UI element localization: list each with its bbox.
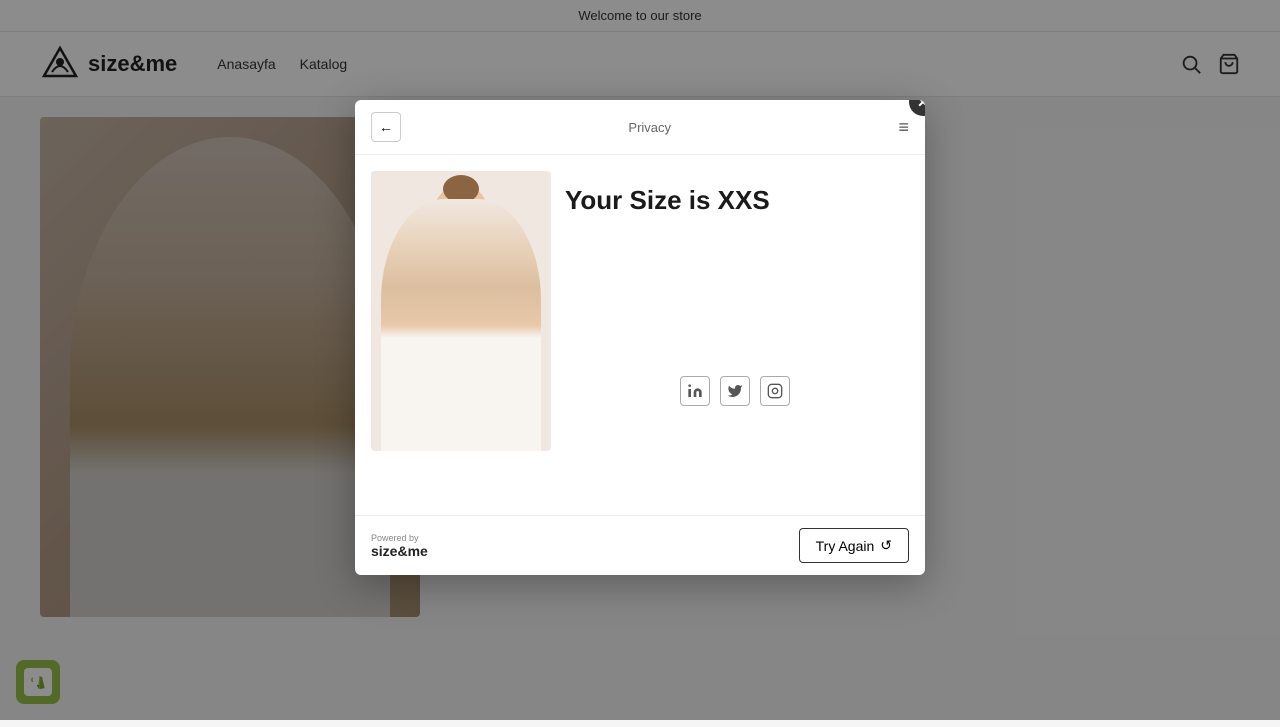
modal-product-image bbox=[371, 171, 551, 451]
modal-header: ← Privacy ≡ bbox=[355, 100, 925, 155]
instagram-icon[interactable] bbox=[760, 376, 790, 406]
model-illustration bbox=[371, 171, 551, 451]
try-again-label: Try Again bbox=[816, 538, 875, 554]
instagram-svg bbox=[767, 383, 783, 399]
social-icons bbox=[680, 376, 790, 406]
modal-back-button[interactable]: ← bbox=[371, 112, 401, 142]
close-icon: ✕ bbox=[917, 100, 925, 111]
twitter-svg bbox=[727, 383, 743, 399]
try-again-button[interactable]: Try Again ↺ bbox=[799, 528, 909, 563]
powered-by-text: Powered by bbox=[371, 533, 428, 543]
back-icon: ← bbox=[379, 119, 393, 135]
size-result-title: Your Size is XXS bbox=[565, 185, 770, 216]
linkedin-icon[interactable] bbox=[680, 376, 710, 406]
linkedin-svg bbox=[687, 383, 703, 399]
modal-footer: Powered by size&me Try Again ↺ bbox=[355, 515, 925, 575]
modal-image-section bbox=[355, 155, 555, 515]
powered-by: Powered by size&me bbox=[371, 533, 428, 559]
modal-body: Your Size is XXS bbox=[355, 155, 925, 515]
size-result-modal: ✕ ← Privacy ≡ bbox=[355, 100, 925, 575]
try-again-icon: ↺ bbox=[880, 537, 892, 554]
powered-by-brand: size&me bbox=[371, 543, 428, 559]
twitter-icon[interactable] bbox=[720, 376, 750, 406]
modal-menu-icon[interactable]: ≡ bbox=[898, 117, 909, 138]
modal-privacy-label[interactable]: Privacy bbox=[628, 120, 671, 135]
modal-content-section: Your Size is XXS bbox=[555, 155, 925, 515]
